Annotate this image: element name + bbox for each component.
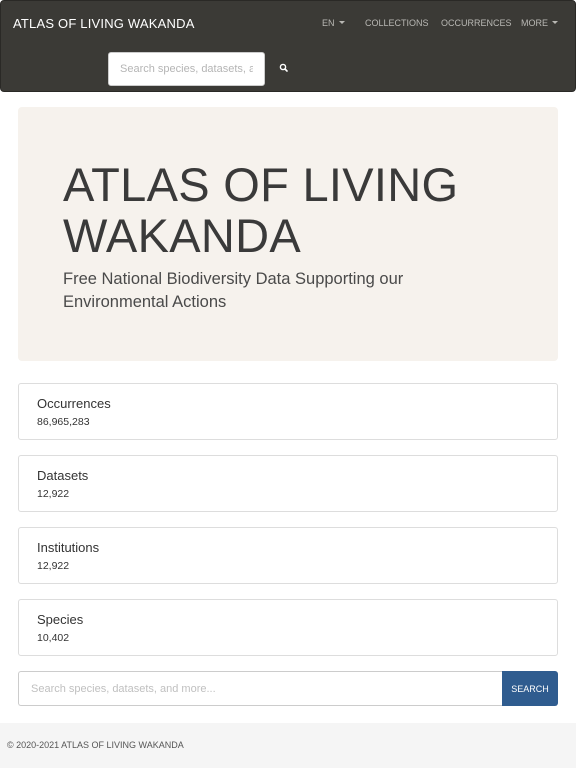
stat-label: Species bbox=[37, 612, 84, 627]
stat-value: 10,402 bbox=[37, 632, 70, 644]
nav-more-dropdown[interactable]: MORE bbox=[521, 18, 558, 28]
main-search-bar: SEARCH bbox=[18, 671, 558, 706]
stat-value: 86,965,283 bbox=[37, 416, 90, 428]
hero-subtitle: Free National Biodiversity Data Supporti… bbox=[63, 270, 404, 311]
stat-card-institutions[interactable]: Institutions 12,922 bbox=[18, 527, 558, 584]
stat-label: Datasets bbox=[37, 468, 89, 483]
brand-link[interactable]: ATLAS OF LIVING WAKANDA bbox=[13, 16, 195, 31]
main-search-input[interactable] bbox=[18, 671, 502, 706]
hero-banner: ATLAS OF LIVING WAKANDA Free National Bi… bbox=[18, 107, 558, 361]
nav-more-label: MORE bbox=[521, 18, 548, 28]
nav-search-button[interactable] bbox=[277, 61, 291, 75]
footer: © 2020-2021 ATLAS OF LIVING WAKANDA bbox=[0, 723, 576, 768]
nav-occurrences-link[interactable]: OCCURRENCES bbox=[441, 18, 512, 28]
footer-copyright: © 2020-2021 ATLAS OF LIVING WAKANDA bbox=[7, 740, 184, 750]
search-button[interactable]: SEARCH bbox=[502, 671, 558, 706]
stat-label: Occurrences bbox=[37, 396, 111, 411]
navbar: ATLAS OF LIVING WAKANDA EN COLLECTIONS O… bbox=[0, 0, 576, 92]
stat-value: 12,922 bbox=[37, 488, 70, 500]
search-icon bbox=[279, 63, 288, 72]
stat-label: Institutions bbox=[37, 540, 100, 555]
stat-card-datasets[interactable]: Datasets 12,922 bbox=[18, 455, 558, 512]
caret-down-icon bbox=[338, 21, 345, 24]
stat-card-occurrences[interactable]: Occurrences 86,965,283 bbox=[18, 383, 558, 440]
nav-collections-link[interactable]: COLLECTIONS bbox=[365, 18, 429, 28]
nav-language-dropdown[interactable]: EN bbox=[322, 18, 345, 28]
stat-card-species[interactable]: Species 10,402 bbox=[18, 599, 558, 656]
caret-down-icon bbox=[552, 21, 558, 24]
stat-value: 12,922 bbox=[37, 560, 70, 572]
nav-search-input[interactable] bbox=[108, 52, 265, 86]
nav-language-label: EN bbox=[322, 18, 335, 28]
hero-title: ATLAS OF LIVING WAKANDA bbox=[63, 158, 459, 262]
